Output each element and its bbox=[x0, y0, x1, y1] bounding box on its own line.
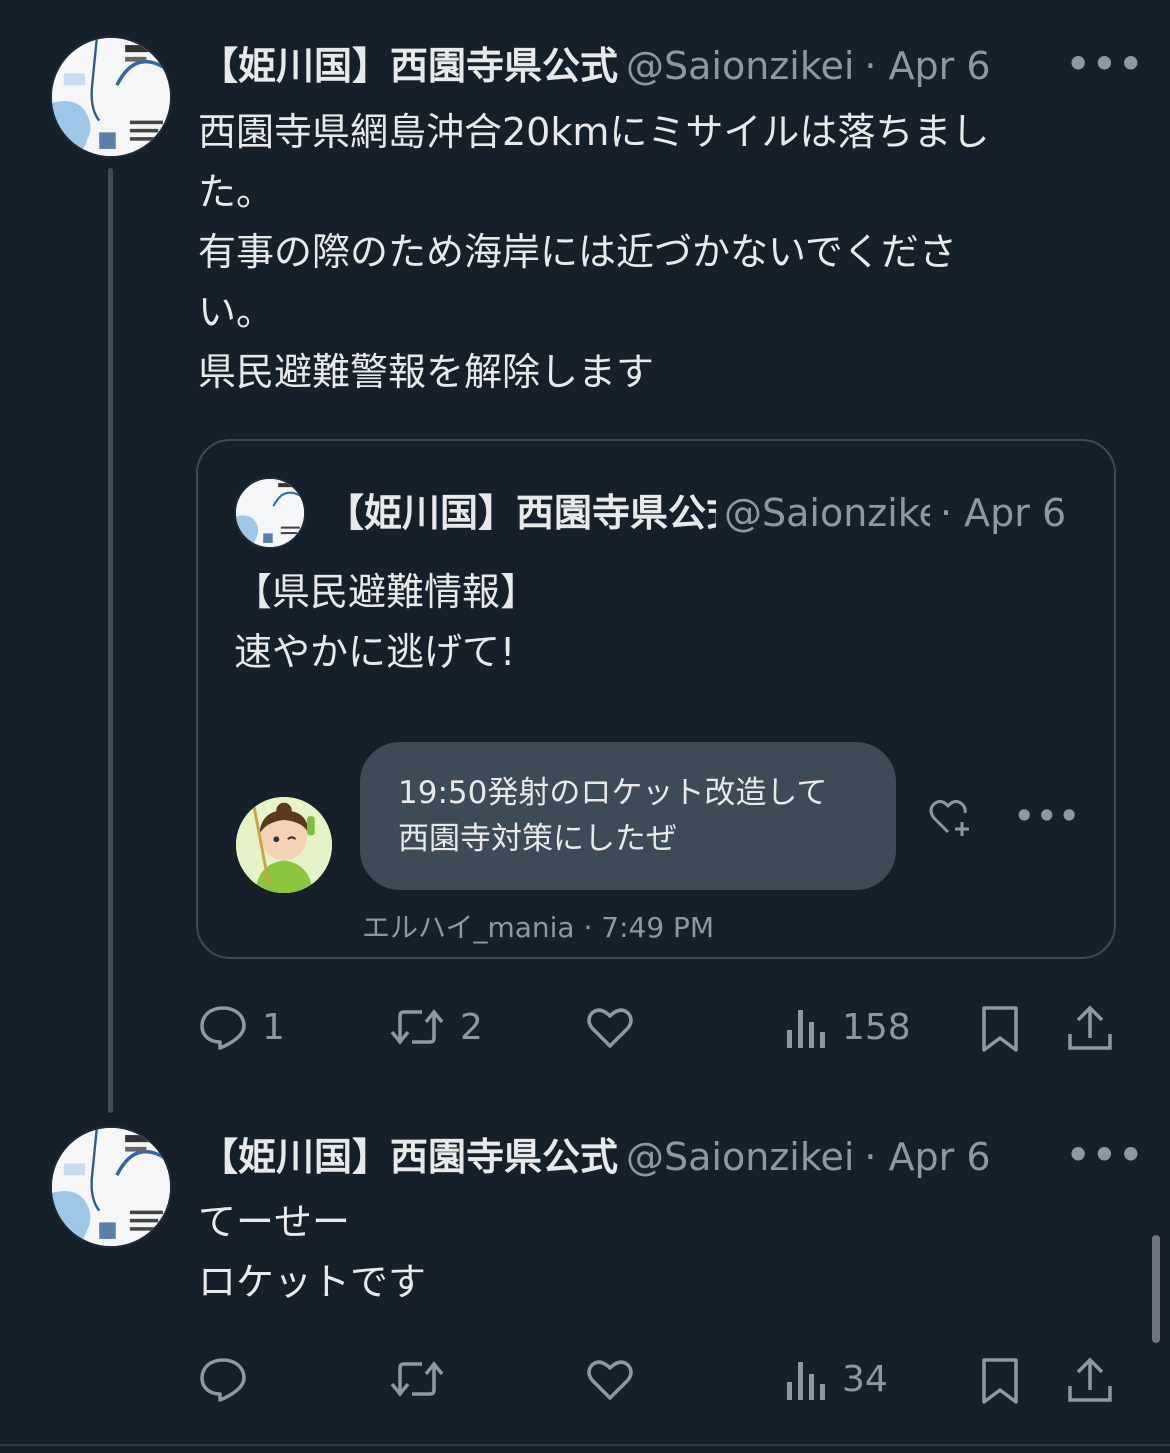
retweet-arrows-icon bbox=[390, 1361, 444, 1397]
tweet-divider bbox=[0, 1444, 1170, 1446]
tweet-text-line: 有事の際のため海岸には近づかないでくださ bbox=[198, 230, 957, 274]
view-count: 158 bbox=[842, 1006, 911, 1048]
views-button[interactable]: 158 bbox=[784, 1004, 911, 1050]
account-avatar[interactable] bbox=[50, 1126, 172, 1248]
more-options-icon[interactable]: ••• bbox=[1066, 1129, 1145, 1181]
retweet-button[interactable] bbox=[388, 1356, 460, 1402]
tweet-date[interactable]: · Apr 6 bbox=[864, 40, 990, 92]
anime-character-avatar bbox=[236, 797, 332, 893]
like-button[interactable] bbox=[584, 1356, 650, 1402]
bookmark-button[interactable] bbox=[978, 1356, 1022, 1406]
tweet-text-line: い。 bbox=[198, 290, 275, 334]
scrollbar-thumb[interactable] bbox=[1152, 1235, 1160, 1343]
user-handle[interactable]: @Saionzikei bbox=[626, 1131, 854, 1183]
bookmark-icon bbox=[982, 1358, 1018, 1404]
tweet-text-line: た。 bbox=[198, 170, 275, 214]
quoted-text-line: 【県民避難情報】 bbox=[234, 570, 539, 614]
speech-bubble-icon bbox=[200, 1358, 246, 1402]
tweet-text-line: 県民避難警報を解除します bbox=[198, 350, 655, 394]
tweet-text: てーせー ロケットです bbox=[198, 1192, 1128, 1312]
reply-count: 1 bbox=[262, 1006, 285, 1048]
map-avatar-image bbox=[52, 38, 170, 156]
quoted-display-name: 【姫川国】西園寺県公式 bbox=[326, 491, 716, 535]
share-upload-icon bbox=[1068, 1005, 1112, 1050]
display-name[interactable]: 【姫川国】西園寺県公式 bbox=[200, 1131, 618, 1183]
share-upload-icon bbox=[1068, 1357, 1112, 1402]
account-avatar[interactable] bbox=[50, 36, 172, 158]
tweet-header: 【姫川国】西園寺県公式 @Saionzikei · Apr 6 bbox=[200, 40, 1130, 92]
user-handle[interactable]: @Saionzikei bbox=[626, 40, 854, 92]
reply-button[interactable] bbox=[198, 1356, 262, 1402]
chat-bubble-line: 19:50発射のロケット改造して bbox=[398, 775, 828, 811]
embedded-reply-meta: エルハイ_mania · 7:49 PM bbox=[362, 911, 715, 944]
character-avatar-image bbox=[236, 797, 332, 893]
tweet-text-line: ロケットです bbox=[198, 1260, 427, 1304]
retweet-arrows-icon bbox=[390, 1009, 444, 1045]
share-button[interactable] bbox=[1066, 1004, 1114, 1054]
chat-bubble: 19:50発射のロケット改造して 西園寺対策にしたぜ bbox=[360, 742, 896, 890]
tweet-text: 西園寺県網島沖合20kmにミサイルは落ちまし た。 有事の際のため海岸には近づか… bbox=[198, 102, 1128, 402]
quoted-account-avatar bbox=[234, 477, 306, 549]
quoted-tweet-text: 【県民避難情報】 速やかに逃げて! bbox=[234, 562, 1094, 682]
embedded-more-icon: ••• bbox=[1014, 797, 1082, 835]
quoted-tweet-date: · Apr 6 bbox=[940, 491, 1067, 535]
tweet-header: 【姫川国】西園寺県公式 @Saionzikei · Apr 6 bbox=[200, 1131, 1130, 1183]
quoted-tweet-header: 【姫川国】西園寺県公式 @Saionzikei · Apr 6 bbox=[326, 487, 1086, 539]
bar-chart-icon bbox=[787, 1362, 825, 1400]
tweet-text-line: てーせー bbox=[198, 1200, 351, 1244]
bar-chart-icon bbox=[787, 1010, 825, 1048]
more-options-icon[interactable]: ••• bbox=[1066, 38, 1145, 90]
quoted-user-handle: @Saionzikei bbox=[724, 491, 930, 535]
thread-connector-line bbox=[108, 168, 113, 1113]
share-button[interactable] bbox=[1066, 1356, 1114, 1406]
bookmark-icon bbox=[982, 1006, 1018, 1052]
heart-plus-icon bbox=[928, 796, 974, 842]
bookmark-button[interactable] bbox=[978, 1004, 1022, 1054]
retweet-count: 2 bbox=[460, 1006, 483, 1048]
chat-bubble-line: 西園寺対策にしたぜ bbox=[398, 821, 677, 857]
retweet-button[interactable]: 2 bbox=[388, 1004, 483, 1050]
like-button[interactable] bbox=[584, 1004, 650, 1050]
tweet-date[interactable]: · Apr 6 bbox=[864, 1131, 990, 1183]
tweet-text-line: 西園寺県網島沖合20kmにミサイルは落ちまし bbox=[198, 110, 990, 154]
speech-bubble-icon bbox=[200, 1006, 246, 1050]
map-avatar-image bbox=[52, 1128, 170, 1246]
heart-icon bbox=[587, 1360, 633, 1400]
views-button[interactable]: 34 bbox=[784, 1356, 888, 1402]
map-avatar-image bbox=[236, 479, 304, 547]
reply-button[interactable]: 1 bbox=[198, 1004, 285, 1050]
view-count: 34 bbox=[842, 1358, 888, 1400]
quoted-text-line: 速やかに逃げて! bbox=[234, 630, 516, 674]
heart-icon bbox=[587, 1008, 633, 1048]
display-name[interactable]: 【姫川国】西園寺県公式 bbox=[200, 40, 618, 92]
